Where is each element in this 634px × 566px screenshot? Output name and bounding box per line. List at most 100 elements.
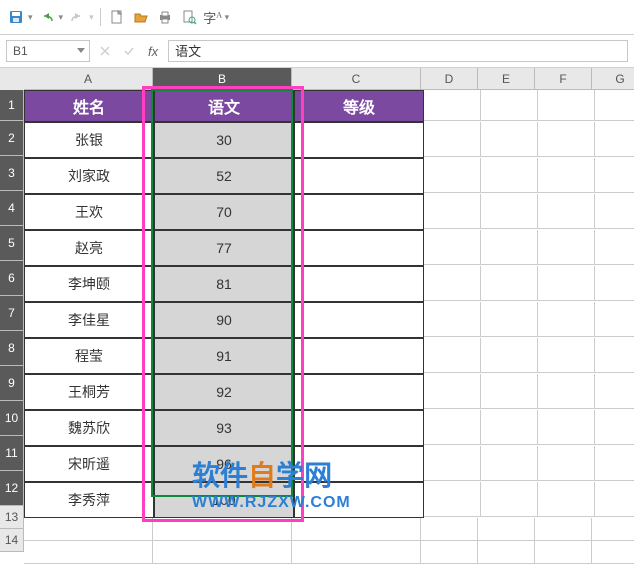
cell-F3[interactable]	[538, 158, 595, 193]
row-header-5[interactable]: 5	[0, 226, 24, 261]
print-button[interactable]	[155, 7, 175, 27]
cell-C8[interactable]	[294, 338, 424, 374]
row-header-3[interactable]: 3	[0, 156, 24, 191]
cell-G13[interactable]	[592, 518, 634, 541]
cell-E1[interactable]	[481, 90, 538, 121]
cell-F2[interactable]	[538, 122, 595, 157]
cell-A14[interactable]	[24, 541, 153, 564]
column-header-D[interactable]: D	[421, 68, 478, 90]
cell-E7[interactable]	[481, 302, 538, 337]
row-header-9[interactable]: 9	[0, 366, 24, 401]
cell-D12[interactable]	[424, 482, 481, 517]
save-button[interactable]	[6, 7, 26, 27]
cell-G14[interactable]	[592, 541, 634, 564]
cell-A10[interactable]: 魏苏欣	[24, 410, 154, 446]
preview-button[interactable]	[179, 7, 199, 27]
find-dropdown-icon[interactable]: ▾	[225, 12, 230, 23]
cell-A9[interactable]: 王桐芳	[24, 374, 154, 410]
cell-B7[interactable]: 90	[154, 302, 294, 338]
cell-C13[interactable]	[292, 518, 421, 541]
cell-F8[interactable]	[538, 338, 595, 373]
cell-E12[interactable]	[481, 482, 538, 517]
cell-C2[interactable]	[294, 122, 424, 158]
cell-F13[interactable]	[535, 518, 592, 541]
undo-button[interactable]	[37, 7, 57, 27]
cell-G9[interactable]	[595, 374, 634, 409]
cell-G11[interactable]	[595, 446, 634, 481]
cell-F4[interactable]	[538, 194, 595, 229]
column-header-G[interactable]: G	[592, 68, 634, 90]
cell-A6[interactable]: 李坤颐	[24, 266, 154, 302]
cell-F14[interactable]	[535, 541, 592, 564]
cell-G6[interactable]	[595, 266, 634, 301]
cell-C4[interactable]	[294, 194, 424, 230]
row-header-2[interactable]: 2	[0, 121, 24, 156]
cell-F12[interactable]	[538, 482, 595, 517]
cell-E8[interactable]	[481, 338, 538, 373]
cell-C5[interactable]	[294, 230, 424, 266]
row-header-8[interactable]: 8	[0, 331, 24, 366]
cell-F5[interactable]	[538, 230, 595, 265]
cell-B1[interactable]: 语文	[154, 90, 294, 122]
row-header-7[interactable]: 7	[0, 296, 24, 331]
cell-D9[interactable]	[424, 374, 481, 409]
cell-F6[interactable]	[538, 266, 595, 301]
cell-D1[interactable]	[424, 90, 481, 121]
cell-D10[interactable]	[424, 410, 481, 445]
row-header-12[interactable]: 12	[0, 471, 24, 506]
cell-A4[interactable]: 王欢	[24, 194, 154, 230]
cell-E11[interactable]	[481, 446, 538, 481]
cell-E10[interactable]	[481, 410, 538, 445]
cell-G7[interactable]	[595, 302, 634, 337]
formula-input[interactable]: 语文	[168, 40, 628, 62]
cell-A12[interactable]: 李秀萍	[24, 482, 154, 518]
cell-B2[interactable]: 30	[154, 122, 294, 158]
cell-D6[interactable]	[424, 266, 481, 301]
cell-C14[interactable]	[292, 541, 421, 564]
cell-C11[interactable]	[294, 446, 424, 482]
cell-C7[interactable]	[294, 302, 424, 338]
cell-D8[interactable]	[424, 338, 481, 373]
cell-E2[interactable]	[481, 122, 538, 157]
cell-G4[interactable]	[595, 194, 634, 229]
row-header-13[interactable]: 13	[0, 506, 24, 529]
column-header-F[interactable]: F	[535, 68, 592, 90]
cell-B4[interactable]: 70	[154, 194, 294, 230]
cell-E4[interactable]	[481, 194, 538, 229]
cell-G10[interactable]	[595, 410, 634, 445]
cell-E3[interactable]	[481, 158, 538, 193]
cell-G8[interactable]	[595, 338, 634, 373]
open-button[interactable]	[131, 7, 151, 27]
cell-B5[interactable]: 77	[154, 230, 294, 266]
cancel-formula-button[interactable]	[96, 42, 114, 60]
cell-F7[interactable]	[538, 302, 595, 337]
cell-G2[interactable]	[595, 122, 634, 157]
cell-B9[interactable]: 92	[154, 374, 294, 410]
cell-C6[interactable]	[294, 266, 424, 302]
cell-C3[interactable]	[294, 158, 424, 194]
cell-D3[interactable]	[424, 158, 481, 193]
cell-A1[interactable]: 姓名	[24, 90, 154, 122]
column-header-E[interactable]: E	[478, 68, 535, 90]
cell-D13[interactable]	[421, 518, 478, 541]
cell-A11[interactable]: 宋昕遥	[24, 446, 154, 482]
row-header-6[interactable]: 6	[0, 261, 24, 296]
select-all-corner[interactable]	[0, 68, 25, 91]
cell-B14[interactable]	[153, 541, 292, 564]
cell-A13[interactable]	[24, 518, 153, 541]
cell-B6[interactable]: 81	[154, 266, 294, 302]
cell-F1[interactable]	[538, 90, 595, 121]
cell-F9[interactable]	[538, 374, 595, 409]
row-header-1[interactable]: 1	[0, 90, 24, 121]
cell-A7[interactable]: 李佳星	[24, 302, 154, 338]
cell-reference-box[interactable]: B1	[6, 40, 90, 62]
row-header-11[interactable]: 11	[0, 436, 24, 471]
cell-B12[interactable]: 100	[154, 482, 294, 518]
cell-F11[interactable]	[538, 446, 595, 481]
cell-A2[interactable]: 张银	[24, 122, 154, 158]
cell-B3[interactable]: 52	[154, 158, 294, 194]
cell-D5[interactable]	[424, 230, 481, 265]
cell-E13[interactable]	[478, 518, 535, 541]
cell-C10[interactable]	[294, 410, 424, 446]
column-header-C[interactable]: C	[292, 68, 421, 90]
